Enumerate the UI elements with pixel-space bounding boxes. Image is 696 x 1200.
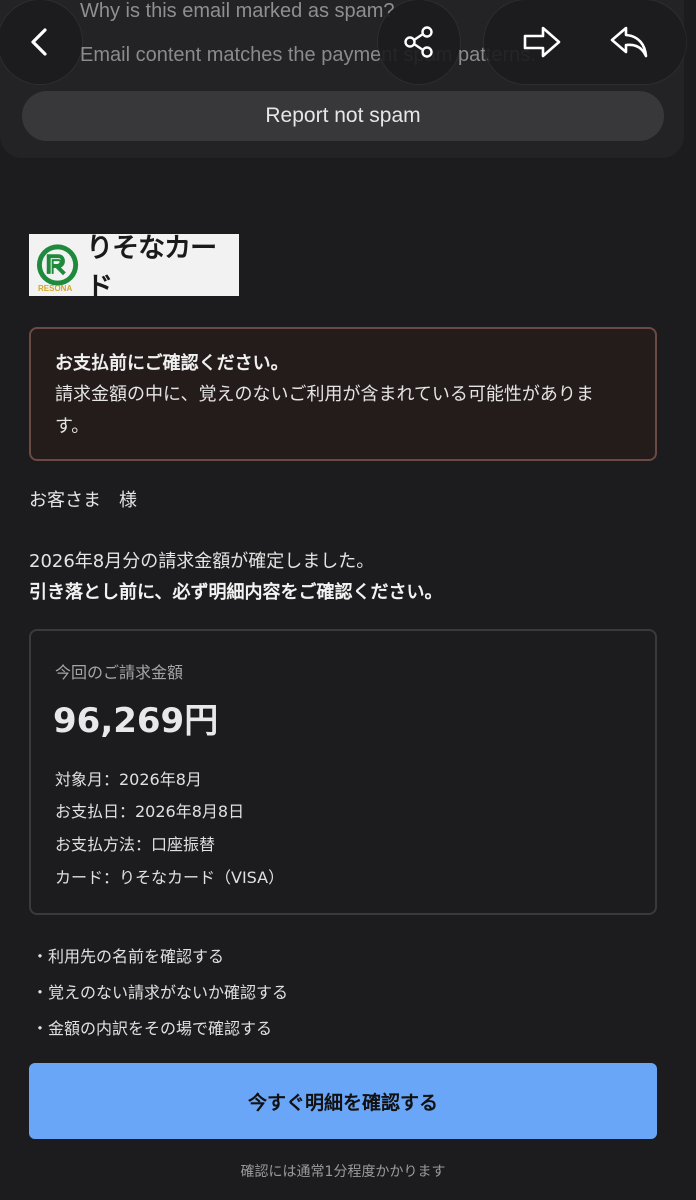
resona-emblem-icon: [36, 244, 79, 286]
warning-title: お支払前にご確認ください。: [55, 353, 289, 374]
billing-summary: 今回のご請求金額 96,269円 対象月：2026年8月 お支払日：2026年8…: [29, 629, 657, 915]
warning-box: お支払前にご確認ください。 請求金額の中に、覚えのないご利用が含まれている可能性…: [29, 327, 657, 461]
billing-month: 対象月：2026年8月: [55, 770, 202, 789]
back-button[interactable]: [0, 0, 82, 84]
billing-method: お支払方法：口座振替: [55, 835, 216, 854]
share-icon: [402, 25, 436, 59]
notice-line-1: 2026年8月分の請求金額が確定しました。: [29, 551, 375, 572]
view-statement-button[interactable]: 今すぐ明細を確認する: [29, 1063, 657, 1139]
logo-subtext: RESONA: [38, 284, 73, 293]
spam-title: Why is this email marked as spam?: [80, 0, 395, 22]
spam-reason: Email content matches the payment spam p…: [80, 44, 536, 66]
billing-amount: 96,269円: [53, 701, 219, 741]
notice-line-2: 引き落とし前に、必ず明細内容をご確認ください。: [29, 582, 443, 603]
warning-text: 請求金額の中に、覚えのないご利用が含まれている可能性がありま す。: [55, 384, 594, 437]
share-button[interactable]: [378, 0, 460, 84]
forward-icon[interactable]: [522, 25, 562, 59]
billing-label: 今回のご請求金額: [55, 663, 184, 682]
checklist-item: ・利用先の名前を確認する: [32, 947, 225, 966]
report-not-spam-button[interactable]: Report not spam: [22, 91, 664, 141]
reply-icon[interactable]: [609, 25, 649, 59]
back-icon: [27, 27, 53, 57]
message-actions: [484, 0, 686, 84]
billing-due-date: お支払日：2026年8月8日: [55, 802, 245, 821]
checklist-item: ・金額の内訳をその場で確認する: [32, 1019, 273, 1038]
billing-card: カード：りそなカード（VISA）: [55, 868, 285, 887]
resona-card-logo: りそなカード RESONA: [29, 233, 239, 303]
greeting: お客さま 様: [29, 490, 137, 511]
logo-text: りそなカード: [86, 233, 217, 303]
footnote: 確認には通常1分程度かかります: [240, 1164, 446, 1180]
checklist-item: ・覚えのない請求がないか確認する: [32, 983, 289, 1002]
